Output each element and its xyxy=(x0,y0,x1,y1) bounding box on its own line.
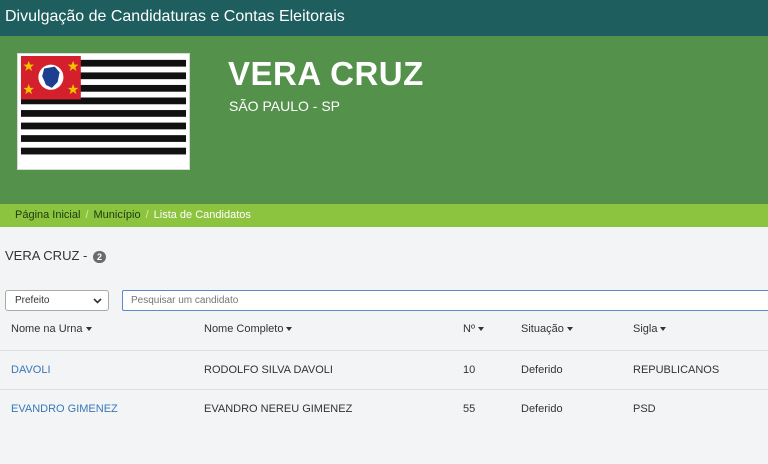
chevron-down-icon xyxy=(93,298,102,304)
sao-paulo-flag-icon xyxy=(18,54,189,169)
cargo-select[interactable]: Prefeito xyxy=(5,290,109,311)
breadcrumb-current: Lista de Candidatos xyxy=(153,209,251,221)
list-title: VERA CRUZ - 2 xyxy=(5,248,106,263)
sort-caret-icon xyxy=(566,327,573,332)
candidate-link[interactable]: DAVOLI xyxy=(11,364,51,376)
candidate-party: REPUBLICANOS xyxy=(633,364,720,376)
candidate-link[interactable]: EVANDRO GIMENEZ xyxy=(11,403,118,415)
sort-caret-icon xyxy=(85,327,92,332)
candidate-count-badge: 2 xyxy=(92,250,106,263)
breadcrumb: Página Inicial / Município / Lista de Candid… xyxy=(0,204,768,227)
municipality-name: VERA CRUZ xyxy=(228,55,424,92)
candidate-number: 55 xyxy=(463,403,476,415)
candidate-status: Deferido xyxy=(521,403,563,415)
sort-caret-icon xyxy=(660,327,667,332)
column-header-nome-completo[interactable]: Nome Completo xyxy=(204,323,293,335)
flag-stripes xyxy=(20,56,187,167)
breadcrumb-home[interactable]: Página Inicial xyxy=(15,209,80,221)
sort-caret-icon xyxy=(477,327,484,332)
column-header-nome-urna[interactable]: Nome na Urna xyxy=(11,323,92,335)
table-row: EVANDRO GIMENEZ EVANDRO NEREU GIMENEZ 55… xyxy=(0,389,768,428)
candidate-status: Deferido xyxy=(521,364,563,376)
cargo-select-value: Prefeito xyxy=(15,295,50,306)
sort-caret-icon xyxy=(286,327,293,332)
column-header-situacao[interactable]: Situação xyxy=(521,323,573,335)
candidate-search-input[interactable] xyxy=(122,290,768,311)
column-header-numero[interactable]: Nº xyxy=(463,323,484,335)
candidate-full-name: RODOLFO SILVA DAVOLI xyxy=(204,364,333,376)
column-header-label: Nº xyxy=(463,323,475,335)
column-header-label: Situação xyxy=(521,323,564,335)
municipality-state: SÃO PAULO - SP xyxy=(229,98,340,114)
column-header-label: Nome na Urna xyxy=(11,323,83,335)
top-bar: Divulgação de Candidaturas e Contas Elei… xyxy=(0,0,768,36)
site-title: Divulgação de Candidaturas e Contas Elei… xyxy=(5,8,345,25)
candidate-full-name: EVANDRO NEREU GIMENEZ xyxy=(204,403,353,415)
breadcrumb-separator: / xyxy=(145,209,149,221)
column-header-label: Sigla xyxy=(633,323,658,335)
table-row: DAVOLI RODOLFO SILVA DAVOLI 10 Deferido … xyxy=(0,350,768,389)
candidate-number: 10 xyxy=(463,364,476,376)
column-header-sigla[interactable]: Sigla xyxy=(633,323,667,335)
column-header-label: Nome Completo xyxy=(204,323,284,335)
list-title-text: VERA CRUZ - xyxy=(5,248,88,263)
candidate-party: PSD xyxy=(633,403,656,415)
breadcrumb-separator: / xyxy=(85,209,89,221)
municipality-header: VERA CRUZ SÃO PAULO - SP xyxy=(0,36,768,204)
breadcrumb-municipio[interactable]: Município xyxy=(94,209,141,221)
